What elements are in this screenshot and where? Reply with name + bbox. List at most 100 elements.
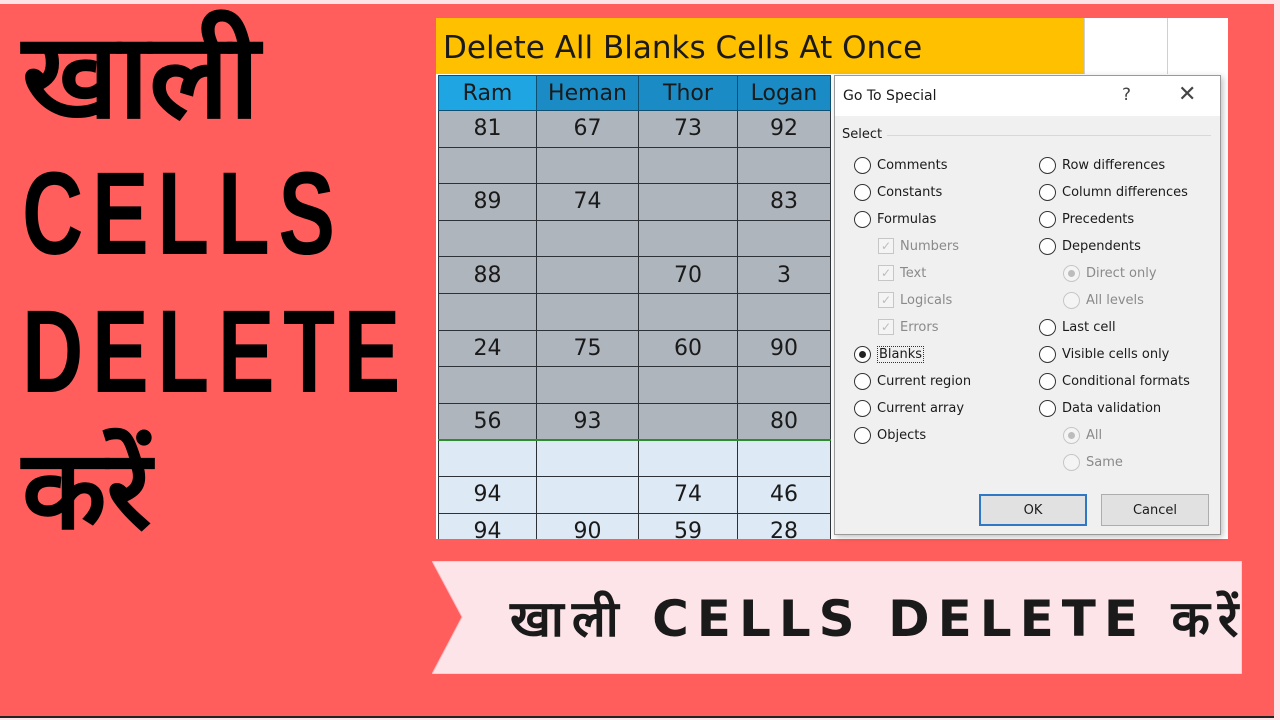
table-cell[interactable]: 94 bbox=[438, 512, 537, 539]
table-cell[interactable]: 83 bbox=[737, 183, 831, 221]
help-icon[interactable]: ? bbox=[1122, 85, 1131, 105]
table-cell[interactable] bbox=[536, 146, 639, 185]
table-cell[interactable]: 3 bbox=[737, 256, 831, 294]
radio-button[interactable] bbox=[854, 372, 871, 390]
table-cell[interactable] bbox=[536, 366, 639, 404]
radio-button[interactable] bbox=[1063, 264, 1080, 282]
table-cell[interactable] bbox=[438, 366, 537, 404]
table-cell[interactable] bbox=[438, 439, 537, 477]
table-cell[interactable]: 80 bbox=[737, 402, 831, 441]
table-cell[interactable] bbox=[536, 475, 639, 514]
table-cell[interactable] bbox=[737, 366, 831, 404]
option-conditional-formats[interactable]: Conditional formats bbox=[1039, 371, 1190, 391]
option-comments[interactable]: Comments bbox=[854, 155, 947, 175]
radio-button[interactable] bbox=[1039, 156, 1056, 174]
radio-button[interactable] bbox=[854, 399, 871, 417]
option-objects[interactable]: Objects bbox=[854, 425, 926, 445]
table-cell[interactable] bbox=[638, 146, 738, 185]
table-cell[interactable] bbox=[737, 292, 831, 331]
checkbox[interactable]: ✓ bbox=[878, 265, 894, 281]
table-cell[interactable] bbox=[638, 219, 738, 258]
table-cell[interactable]: 94 bbox=[438, 475, 537, 514]
cancel-button[interactable]: Cancel bbox=[1101, 494, 1209, 526]
option-all[interactable]: All bbox=[1063, 425, 1102, 445]
checkbox[interactable]: ✓ bbox=[878, 319, 894, 335]
table-cell[interactable]: 93 bbox=[536, 402, 639, 441]
option-constants[interactable]: Constants bbox=[854, 182, 942, 202]
table-cell[interactable]: 90 bbox=[536, 512, 639, 539]
option-all-levels[interactable]: All levels bbox=[1063, 290, 1144, 310]
sheet-title-cell[interactable]: Delete All Blanks Cells At Once bbox=[436, 18, 1084, 74]
table-cell[interactable] bbox=[536, 292, 639, 331]
option-dependents[interactable]: Dependents bbox=[1039, 236, 1141, 256]
empty-cells[interactable] bbox=[1084, 18, 1228, 74]
table-cell[interactable]: 88 bbox=[438, 256, 537, 294]
table-cell[interactable] bbox=[737, 439, 831, 477]
table-cell[interactable] bbox=[638, 439, 738, 477]
column-header[interactable]: Ram bbox=[438, 75, 537, 111]
option-formulas[interactable]: Formulas bbox=[854, 209, 936, 229]
ok-button[interactable]: OK bbox=[979, 494, 1087, 526]
table-cell[interactable] bbox=[638, 183, 738, 221]
radio-button[interactable] bbox=[1039, 237, 1056, 255]
table-cell[interactable] bbox=[536, 256, 639, 294]
option-data-validation[interactable]: Data validation bbox=[1039, 398, 1161, 418]
table-cell[interactable] bbox=[638, 402, 738, 441]
option-precedents[interactable]: Precedents bbox=[1039, 209, 1134, 229]
close-icon[interactable]: ✕ bbox=[1178, 82, 1196, 107]
radio-button[interactable] bbox=[1039, 372, 1056, 390]
radio-button[interactable] bbox=[854, 345, 871, 363]
table-cell[interactable]: 59 bbox=[638, 512, 738, 539]
table-cell[interactable] bbox=[638, 366, 738, 404]
table-cell[interactable]: 46 bbox=[737, 475, 831, 514]
column-header[interactable]: Logan bbox=[737, 75, 831, 111]
table-cell[interactable]: 73 bbox=[638, 110, 738, 148]
option-column-differences[interactable]: Column differences bbox=[1039, 182, 1188, 202]
radio-button[interactable] bbox=[1063, 426, 1080, 444]
table-cell[interactable] bbox=[536, 219, 639, 258]
option-text[interactable]: ✓ Text bbox=[878, 263, 926, 283]
option-errors[interactable]: ✓ Errors bbox=[878, 317, 938, 337]
radio-button[interactable] bbox=[1039, 318, 1056, 336]
radio-button[interactable] bbox=[854, 183, 871, 201]
table-cell[interactable] bbox=[438, 292, 537, 331]
table-cell[interactable]: 28 bbox=[737, 512, 831, 539]
radio-button[interactable] bbox=[1039, 183, 1056, 201]
option-visible-cells-only[interactable]: Visible cells only bbox=[1039, 344, 1169, 364]
option-numbers[interactable]: ✓ Numbers bbox=[878, 236, 959, 256]
checkbox[interactable]: ✓ bbox=[878, 238, 894, 254]
table-cell[interactable] bbox=[536, 439, 639, 477]
table-cell[interactable]: 24 bbox=[438, 329, 537, 368]
table-cell[interactable]: 56 bbox=[438, 402, 537, 441]
table-cell[interactable] bbox=[438, 219, 537, 258]
option-current-region[interactable]: Current region bbox=[854, 371, 971, 391]
option-same[interactable]: Same bbox=[1063, 452, 1123, 472]
table-cell[interactable] bbox=[737, 146, 831, 185]
option-row-differences[interactable]: Row differences bbox=[1039, 155, 1165, 175]
table-cell[interactable]: 67 bbox=[536, 110, 639, 148]
table-cell[interactable]: 89 bbox=[438, 183, 537, 221]
radio-button[interactable] bbox=[854, 426, 871, 444]
table-cell[interactable] bbox=[737, 219, 831, 258]
table-cell[interactable]: 92 bbox=[737, 110, 831, 148]
radio-button[interactable] bbox=[1039, 210, 1056, 228]
table-cell[interactable]: 81 bbox=[438, 110, 537, 148]
option-logicals[interactable]: ✓ Logicals bbox=[878, 290, 952, 310]
column-header[interactable]: Heman bbox=[536, 75, 639, 111]
table-cell[interactable] bbox=[638, 292, 738, 331]
column-header[interactable]: Thor bbox=[638, 75, 738, 111]
radio-button[interactable] bbox=[1039, 345, 1056, 363]
option-current-array[interactable]: Current array bbox=[854, 398, 964, 418]
table-cell[interactable] bbox=[438, 146, 537, 185]
radio-button[interactable] bbox=[1063, 291, 1080, 309]
radio-button[interactable] bbox=[1039, 399, 1056, 417]
option-blanks[interactable]: Blanks bbox=[854, 344, 925, 364]
table-cell[interactable]: 74 bbox=[638, 475, 738, 514]
radio-button[interactable] bbox=[854, 210, 871, 228]
radio-button[interactable] bbox=[1063, 453, 1080, 471]
table-cell[interactable]: 75 bbox=[536, 329, 639, 368]
option-direct-only[interactable]: Direct only bbox=[1063, 263, 1157, 283]
checkbox[interactable]: ✓ bbox=[878, 292, 894, 308]
table-cell[interactable]: 60 bbox=[638, 329, 738, 368]
table-cell[interactable]: 74 bbox=[536, 183, 639, 221]
